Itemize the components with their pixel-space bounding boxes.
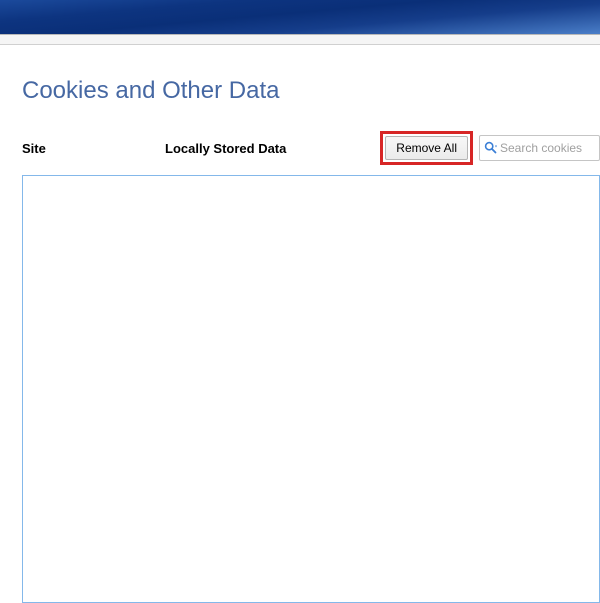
remove-all-button[interactable]: Remove All bbox=[385, 136, 468, 160]
top-banner bbox=[0, 0, 600, 35]
search-input[interactable] bbox=[500, 141, 595, 155]
content-area: Cookies and Other Data Site Locally Stor… bbox=[0, 45, 600, 603]
page-title: Cookies and Other Data bbox=[22, 77, 600, 105]
cookies-list-pane[interactable] bbox=[22, 175, 600, 603]
separator-bar bbox=[0, 35, 600, 45]
search-field-wrapper[interactable] bbox=[479, 135, 600, 161]
search-icon bbox=[484, 141, 498, 155]
column-header-site: Site bbox=[22, 141, 165, 156]
column-header-locally-stored: Locally Stored Data bbox=[165, 141, 286, 156]
toolbar: Site Locally Stored Data Remove All bbox=[22, 131, 600, 165]
highlight-annotation: Remove All bbox=[380, 131, 473, 165]
